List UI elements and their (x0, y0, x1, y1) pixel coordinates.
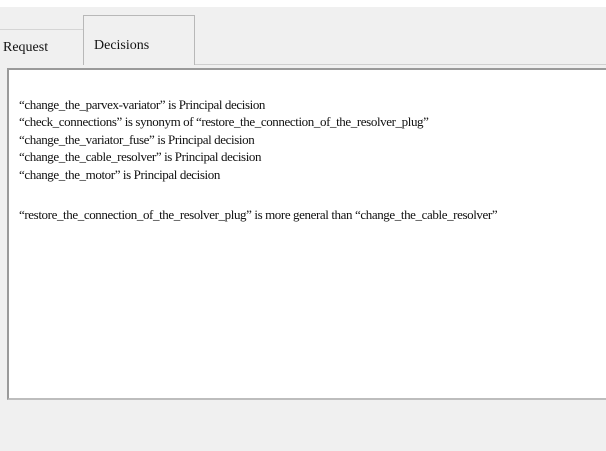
tab-divider (195, 64, 606, 65)
relation-line: “restore_the_connection_of_the_resolver_… (19, 206, 498, 222)
decision-window: Request Decisions “change_the_parvex-var… (0, 7, 606, 451)
decisions-panel[interactable]: “change_the_parvex-variator” is Principa… (7, 68, 606, 400)
decisions-text-area[interactable]: “change_the_parvex-variator” is Principa… (19, 96, 599, 223)
tab-decisions[interactable]: Decisions (83, 15, 195, 65)
window-top-strip (0, 0, 606, 7)
decision-line: “change_the_cable_resolver” is Principal… (19, 149, 262, 165)
tab-request[interactable]: Request (0, 29, 83, 66)
decision-line: “check_connections” is synonym of “resto… (19, 114, 429, 130)
decision-line: “change_the_parvex-variator” is Principa… (19, 97, 266, 112)
decision-line: “change_the_variator_fuse” is Principal … (19, 131, 255, 147)
decision-line: “change_the_motor” is Principal decision (19, 166, 220, 182)
